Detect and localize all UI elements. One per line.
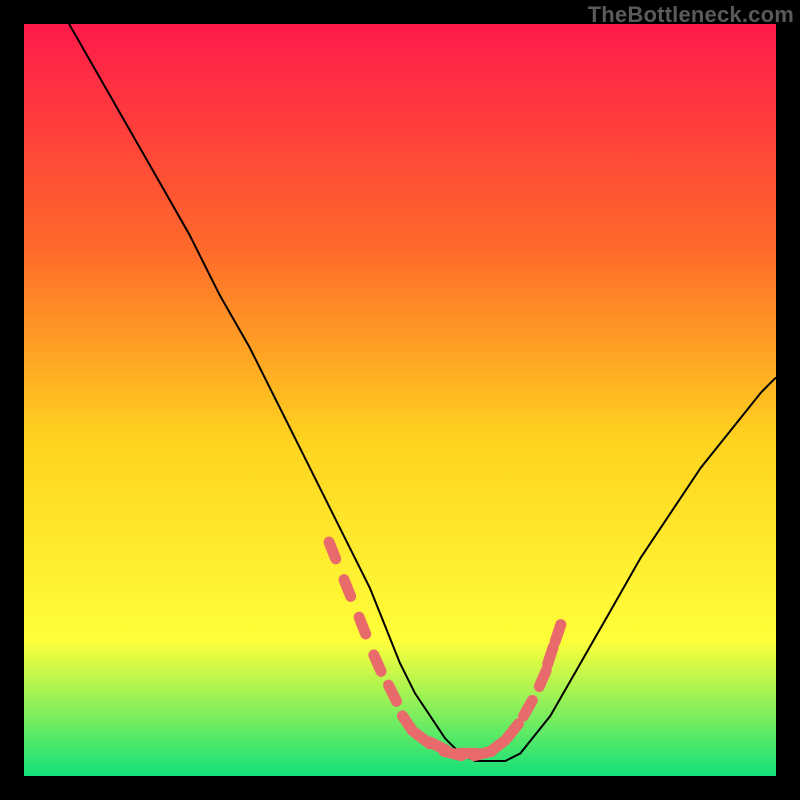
bottleneck-chart	[24, 24, 776, 776]
marker-pill	[523, 701, 532, 717]
chart-outer-frame	[24, 24, 776, 776]
marker-pill	[548, 647, 554, 664]
marker-pill	[359, 617, 366, 634]
marker-pill	[555, 625, 561, 642]
marker-pill	[539, 670, 546, 687]
marker-pill	[329, 542, 336, 559]
marker-pill	[374, 655, 381, 671]
marker-pill	[389, 685, 397, 701]
marker-pill	[344, 580, 351, 597]
